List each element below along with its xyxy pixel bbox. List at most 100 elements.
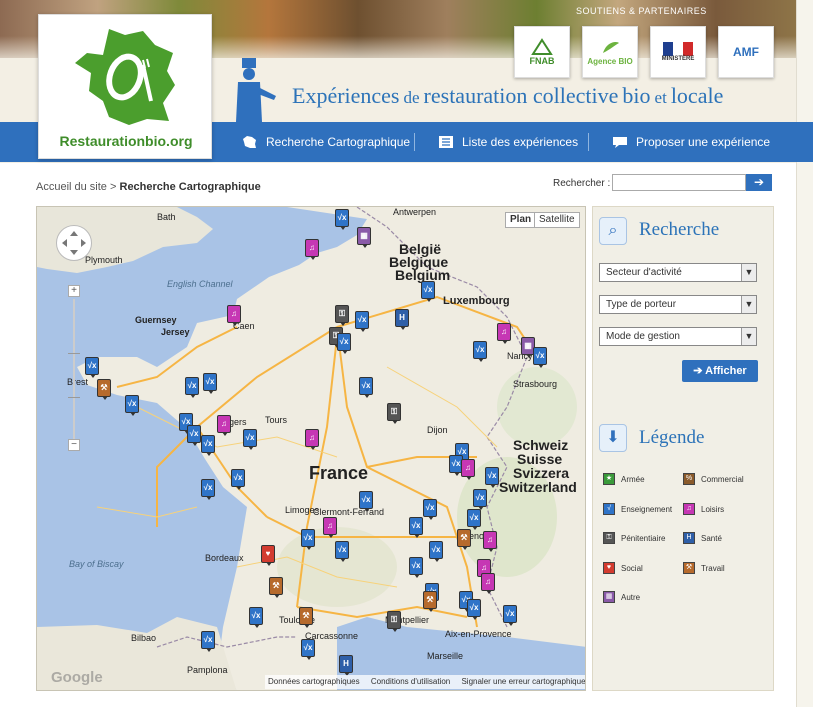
legend-item-enseignement: √ Enseignement xyxy=(603,503,672,515)
marker-enseignement[interactable]: √x xyxy=(201,631,215,652)
marker-enseignement[interactable]: √x xyxy=(185,377,199,398)
nav-item-liste-experiences[interactable]: Liste des expériences xyxy=(438,122,578,162)
france-leaf-logo-icon xyxy=(75,29,175,125)
marker-enseignement[interactable]: √x xyxy=(409,517,423,538)
search-sidebar: ⌕ Recherche Secteur d'activité ▼ Type de… xyxy=(592,206,774,691)
marker-enseignement[interactable]: √x xyxy=(335,541,349,562)
marker-enseignement[interactable]: √x xyxy=(125,395,139,416)
marker-loisirs[interactable]: ♫ xyxy=(323,517,337,538)
marker-enseignement[interactable]: √x xyxy=(201,479,215,500)
marker-loisirs[interactable]: ♫ xyxy=(483,531,497,552)
marker-loisirs[interactable]: ♫ xyxy=(305,239,319,260)
marker-enseignement[interactable]: √x xyxy=(485,467,499,488)
marker-travail[interactable]: ⚒ xyxy=(299,607,313,628)
marker-enseignement[interactable]: √x xyxy=(409,557,423,578)
heart-icon: ♥ xyxy=(603,562,615,574)
zoom-in-button[interactable]: + xyxy=(68,285,80,297)
chevron-down-icon: ▼ xyxy=(741,328,756,345)
marker-loisirs[interactable]: ♫ xyxy=(461,459,475,480)
marker-sante[interactable]: H xyxy=(395,309,409,330)
marker-travail[interactable]: ⚒ xyxy=(269,577,283,598)
key-icon: ⚿ xyxy=(603,532,615,544)
map-view[interactable]: Bath Plymouth English Channel Guernsey J… xyxy=(36,206,586,691)
marker-enseignement[interactable]: √x xyxy=(203,373,217,394)
partner-logo-agence-bio[interactable]: Agence BIO xyxy=(582,26,638,78)
grid-icon: ▦ xyxy=(603,591,615,603)
map-type-satellite-button[interactable]: Satellite xyxy=(534,212,580,228)
marker-enseignement[interactable]: √x xyxy=(473,341,487,362)
legend-item-commercial: % Commercial xyxy=(683,473,744,485)
partner-logo-fnab[interactable]: FNAB xyxy=(514,26,570,78)
marker-enseignement[interactable]: √x xyxy=(423,499,437,520)
site-logo[interactable]: Restaurationbio.org xyxy=(38,14,212,159)
marker-enseignement[interactable]: √x xyxy=(231,469,245,490)
logo-wordmark: Restaurationbio.org xyxy=(59,133,193,149)
mode-gestion-select[interactable]: Mode de gestion ▼ xyxy=(599,327,757,346)
report-error-link[interactable]: Signaler une erreur cartographique xyxy=(461,677,585,686)
pan-arrows-icon xyxy=(62,231,86,255)
map-type-plan-button[interactable]: Plan xyxy=(505,212,537,228)
marker-enseignement[interactable]: √x xyxy=(243,429,257,450)
marker-loisirs[interactable]: ♫ xyxy=(305,429,319,450)
marker-autre[interactable]: ▦ xyxy=(357,227,371,248)
zoom-out-button[interactable]: − xyxy=(68,439,80,451)
marker-penitentiaire[interactable]: ⚿ xyxy=(335,305,349,326)
marker-enseignement[interactable]: √x xyxy=(355,311,369,332)
marker-enseignement[interactable]: √x xyxy=(335,209,349,230)
marker-loisirs[interactable]: ♫ xyxy=(217,415,231,436)
marker-enseignement[interactable]: √x xyxy=(421,281,435,302)
marker-enseignement[interactable]: √x xyxy=(337,333,351,354)
marker-enseignement[interactable]: √x xyxy=(301,529,315,550)
marker-enseignement[interactable]: √x xyxy=(429,541,443,562)
type-porteur-select[interactable]: Type de porteur ▼ xyxy=(599,295,757,314)
marker-loisirs[interactable]: ♫ xyxy=(497,323,511,344)
marker-enseignement[interactable]: √x xyxy=(359,377,373,398)
marker-enseignement[interactable]: √x xyxy=(201,435,215,456)
search-submit-button[interactable]: ➔ xyxy=(746,174,772,191)
marker-enseignement[interactable]: √x xyxy=(249,607,263,628)
marker-enseignement[interactable]: √x xyxy=(473,489,487,510)
nav-item-proposer-experience[interactable]: Proposer une expérience xyxy=(612,122,770,162)
marker-enseignement[interactable]: √x xyxy=(503,605,517,626)
map-pan-control[interactable] xyxy=(56,225,92,261)
marker-travail[interactable]: ⚒ xyxy=(457,529,471,550)
breadcrumb: Accueil du site > Recherche Cartographiq… xyxy=(36,181,261,193)
legend-item-autre: ▦ Autre xyxy=(603,591,640,603)
marker-penitentiaire[interactable]: ⚿ xyxy=(387,403,401,424)
marker-enseignement[interactable]: √x xyxy=(359,491,373,512)
afficher-button[interactable]: ➔ Afficher xyxy=(682,360,758,382)
list-icon xyxy=(439,136,453,148)
nav-item-recherche-cartographique[interactable]: Recherche Cartographique xyxy=(242,122,410,162)
marker-enseignement[interactable]: √x xyxy=(467,599,481,620)
legend-item-penitentiaire: ⚿ Pénitentiaire xyxy=(603,532,665,544)
france-icon xyxy=(243,136,256,148)
secteur-activite-select[interactable]: Secteur d'activité ▼ xyxy=(599,263,757,282)
partner-logo-ministere[interactable]: MINISTÈRE xyxy=(650,26,706,78)
partners-title: SOUTIENS & PARTENAIRES xyxy=(576,6,707,16)
marker-penitentiaire[interactable]: ⚿ xyxy=(387,611,401,632)
marker-enseignement[interactable]: √x xyxy=(533,347,547,368)
music-note-icon: ♫ xyxy=(683,503,695,515)
marker-travail[interactable]: ⚒ xyxy=(423,591,437,612)
partner-logo-amf[interactable]: AMF xyxy=(718,26,774,78)
breadcrumb-home[interactable]: Accueil du site xyxy=(36,181,107,193)
chef-illustration-icon xyxy=(236,58,276,122)
marker-enseignement[interactable]: √x xyxy=(187,425,201,446)
search-input[interactable] xyxy=(612,174,746,191)
marker-enseignement[interactable]: √x xyxy=(85,357,99,378)
marker-sante[interactable]: H xyxy=(339,655,353,676)
marker-travail[interactable]: ⚒ xyxy=(97,379,111,400)
terms-link[interactable]: Conditions d'utilisation xyxy=(371,677,450,686)
marker-loisirs[interactable]: ♫ xyxy=(227,305,241,326)
marker-social[interactable]: ♥ xyxy=(261,545,275,566)
marker-loisirs[interactable]: ♫ xyxy=(481,573,495,594)
search-panel-title: Recherche xyxy=(639,219,720,240)
zoom-slider-handle[interactable] xyxy=(68,353,80,357)
map-data-link[interactable]: Données cartographiques xyxy=(268,677,360,686)
google-watermark: Google xyxy=(51,669,103,686)
arrow-right-icon: ➔ xyxy=(693,365,703,377)
legend-item-armee: ★ Armée xyxy=(603,473,645,485)
marker-enseignement[interactable]: √x xyxy=(301,639,315,660)
legend-title: Légende xyxy=(639,427,705,448)
marker-enseignement[interactable]: √x xyxy=(467,509,481,530)
